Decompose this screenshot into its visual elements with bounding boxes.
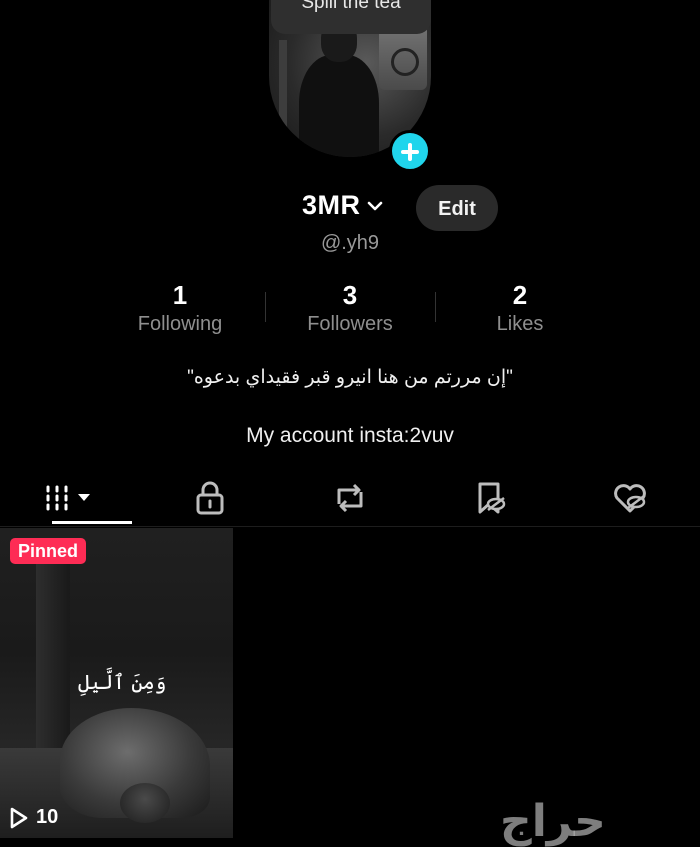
thumbnail-person-head [120,783,170,823]
bookmark-hidden-icon [478,482,506,514]
profile-tabs [0,470,700,527]
active-tab-indicator [52,521,132,524]
avatar-background-detail [391,48,419,76]
stat-value: 2 [512,280,528,310]
repost-icon [337,483,363,513]
tooltip-label: Spill the tea [301,0,401,13]
username-handle: @.yh9 [320,232,380,254]
account-switcher[interactable]: 3MR [302,190,383,221]
video-caption: وَمِنَ ٱلَّيلِ [78,670,167,694]
tab-favorites[interactable] [450,473,530,523]
view-count: 10 [10,806,58,829]
edit-profile-button[interactable]: Edit [416,185,498,231]
stat-label: Likes [496,313,544,335]
stat-value: 1 [172,280,188,310]
stat-followers[interactable]: 3 Followers [265,280,435,340]
video-thumbnail[interactable]: وَمِنَ ٱلَّيلِ [0,528,233,838]
add-story-button[interactable] [389,130,431,172]
stat-label: Followers [307,313,393,335]
tab-liked[interactable] [590,473,670,523]
bio-text-line-2: My account insta:2vuv [246,424,454,447]
tab-videos[interactable] [30,473,110,523]
stat-label: Following [137,313,223,335]
avatar-background-detail [279,40,287,130]
stat-divider [435,292,436,322]
pinned-badge: Pinned [10,538,87,564]
stat-likes[interactable]: 2 Likes [435,280,605,340]
play-icon [10,807,28,828]
view-count-value: 10 [36,806,59,828]
display-name: 3MR [302,190,361,220]
chevron-down-icon [367,201,382,210]
heart-hidden-icon [614,484,646,513]
stat-following[interactable]: 1 Following [95,280,265,340]
haraj-watermark: حراج [500,796,606,847]
stat-value: 3 [342,280,358,310]
bio-text-line-1: "إن مررتم من هنا انيرو قبر فقيداي بدعوه" [187,367,513,388]
tab-private[interactable] [170,473,250,523]
profile-stats: 1 Following 3 Followers 2 Likes [95,280,605,340]
stat-divider [265,292,266,322]
avatar-person [299,55,379,157]
grid-icon [46,485,90,511]
spill-the-tea-tooltip[interactable]: Spill the tea [271,0,431,34]
tab-reposts[interactable] [310,473,390,523]
lock-icon [196,481,224,515]
